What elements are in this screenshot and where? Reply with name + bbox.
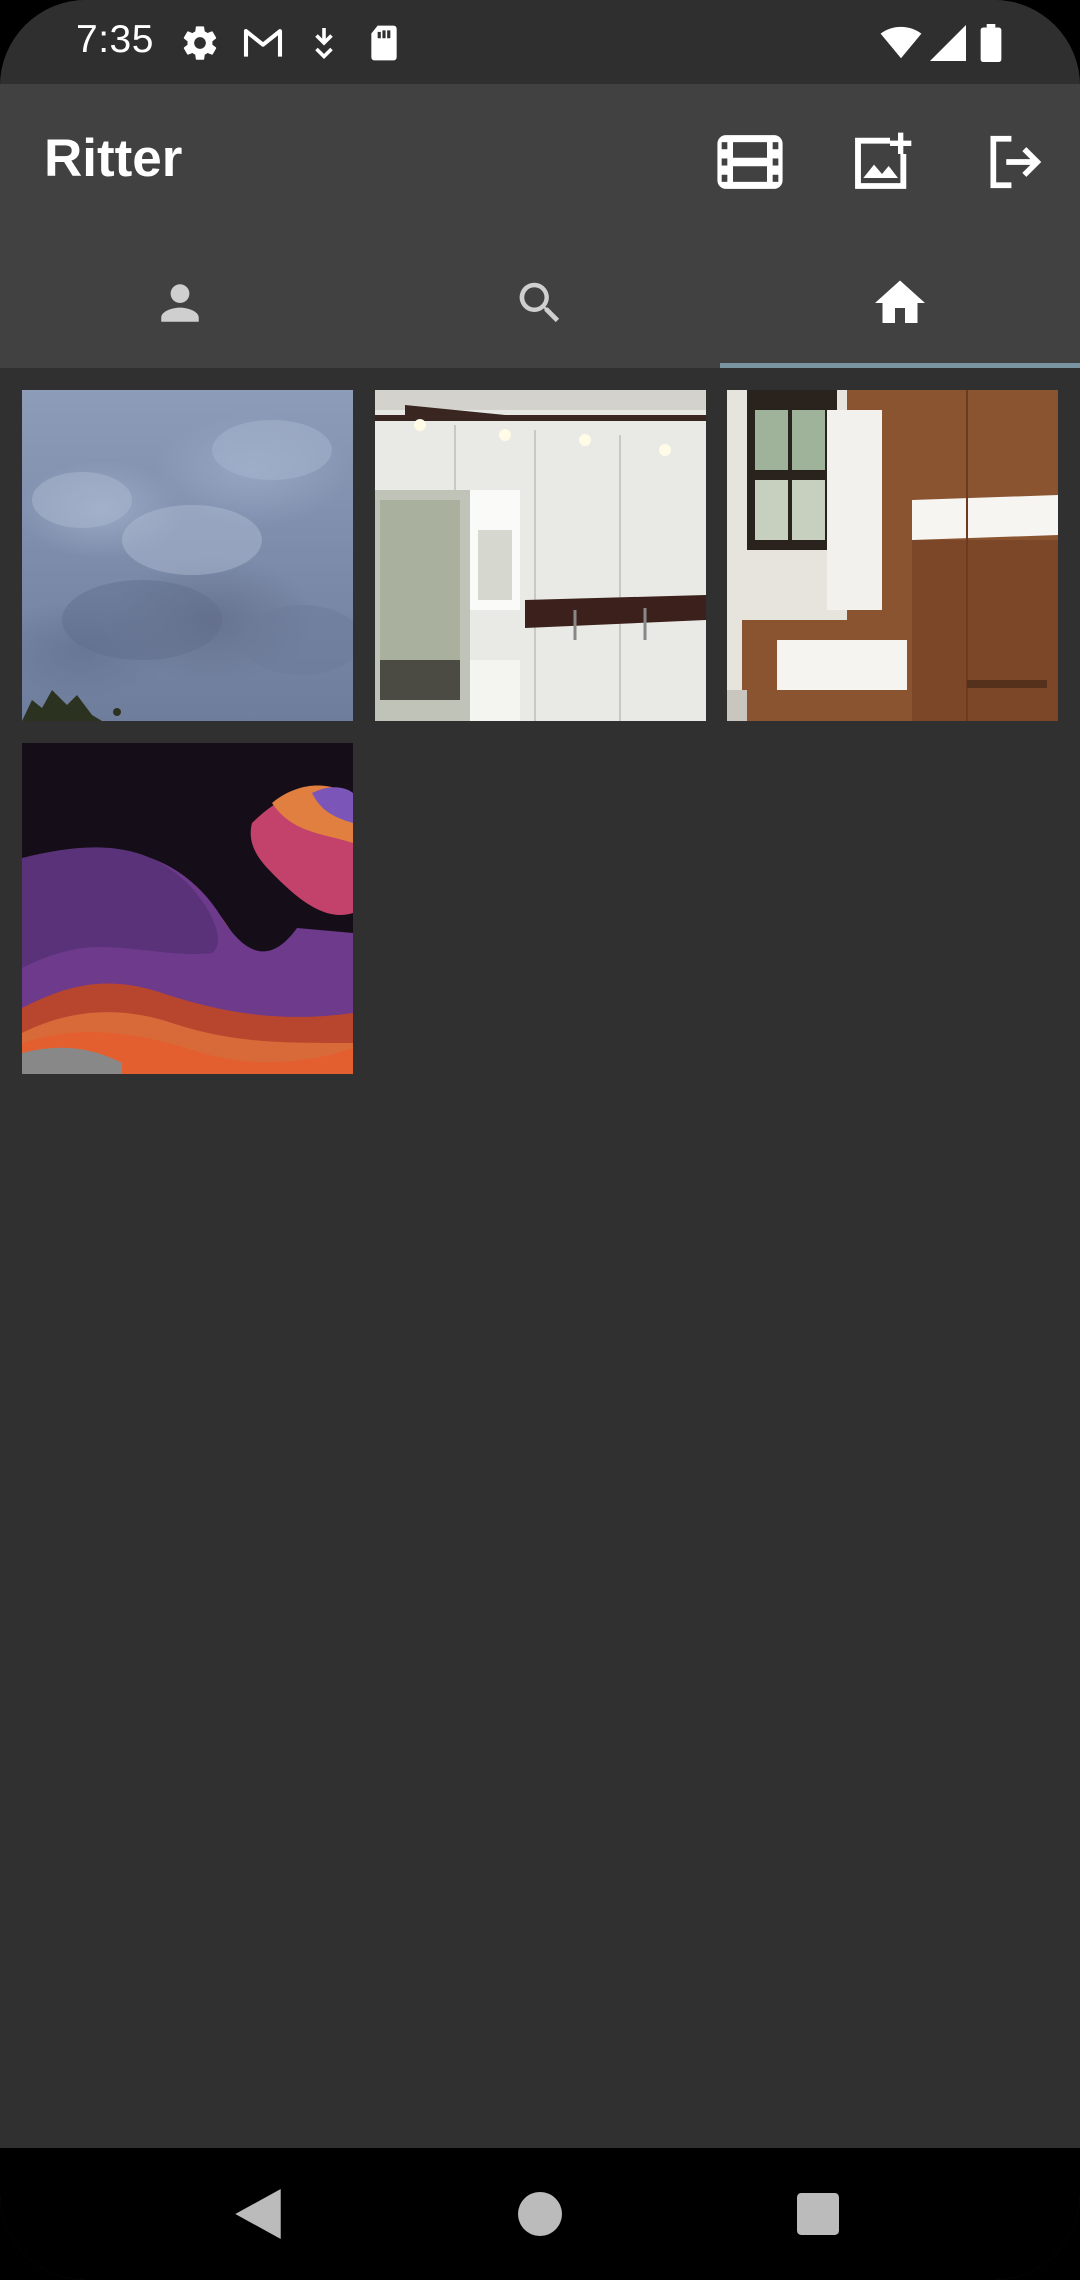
tab-bar <box>0 238 1080 368</box>
search-icon <box>519 282 560 323</box>
navigation-bar <box>0 2148 1080 2280</box>
signal-icon <box>930 20 966 66</box>
white-wardrobe-photo[interactable] <box>375 390 706 721</box>
settings-icon <box>180 20 220 66</box>
battery-icon <box>980 20 1002 66</box>
sky-photo-art <box>22 420 353 721</box>
wooden-dresser-photo[interactable] <box>727 390 1058 721</box>
download-icon <box>310 20 338 66</box>
add-photo-icon[interactable] <box>842 122 922 202</box>
logout-icon[interactable] <box>974 122 1054 202</box>
tab-profile[interactable] <box>0 238 360 368</box>
status-bar: 7:35 <box>0 0 1080 84</box>
film-icon[interactable] <box>710 122 790 202</box>
wardrobe-photo-art <box>375 390 706 721</box>
abstract-wave-art <box>22 743 353 1074</box>
status-time: 7:35 <box>76 18 154 61</box>
tab-home[interactable] <box>720 238 1080 368</box>
sd-card-icon <box>368 20 400 66</box>
phone-screen: 7:35 Ritter <box>0 0 1080 2280</box>
gmail-icon <box>242 20 284 66</box>
abstract-wave-wallpaper[interactable] <box>22 743 353 1074</box>
app-bar: Ritter <box>0 84 1080 238</box>
recents-icon[interactable] <box>786 2182 850 2246</box>
home-icon <box>875 280 925 323</box>
tab-search[interactable] <box>360 238 720 368</box>
cloudy-sky-photo[interactable] <box>22 390 353 721</box>
back-icon[interactable] <box>226 2182 290 2246</box>
wifi-icon <box>880 20 922 66</box>
app-title: Ritter <box>44 129 183 188</box>
dresser-photo-art <box>727 390 1058 721</box>
home-circle-icon[interactable] <box>508 2182 572 2246</box>
person-icon <box>161 284 199 322</box>
